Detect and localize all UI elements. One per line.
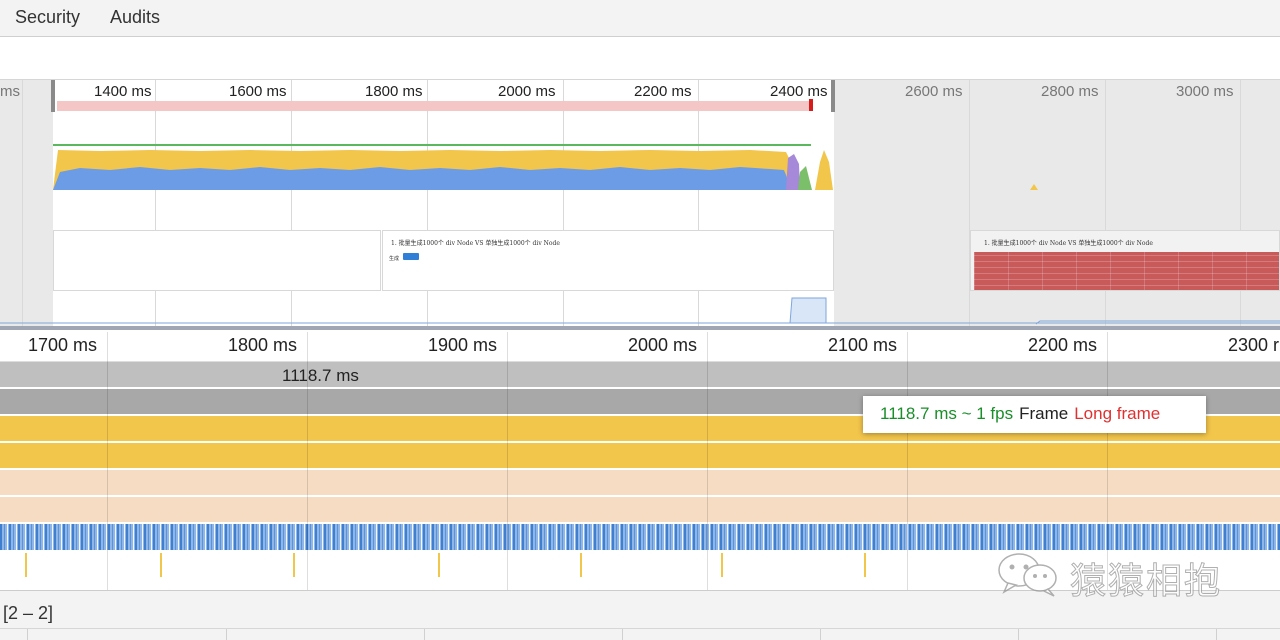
frame-duration-label: 1118.7 ms — [282, 366, 359, 385]
ruler-label: 2000 ms — [628, 335, 698, 355]
overview-divider[interactable] — [0, 326, 1280, 330]
ruler-label: 2300 r — [1228, 335, 1280, 355]
devtools-performance-panel: Security Audits ms 1400 ms 1600 ms 1800 … — [0, 0, 1280, 640]
frame-tooltip: 1118.7 ms ~ 1 fps Frame Long frame — [863, 396, 1206, 433]
ruler-label: 2100 ms — [828, 335, 898, 355]
grid-line — [707, 332, 708, 590]
overview-network-chart — [0, 297, 1280, 325]
grid-line — [507, 332, 508, 590]
ruler-label: 1800 ms — [228, 335, 298, 355]
performance-toolbar — [0, 37, 1280, 80]
summary-tick — [1216, 629, 1217, 640]
function-call-event[interactable] — [0, 497, 1280, 522]
grid-line — [307, 332, 308, 590]
summary-divider — [0, 628, 1280, 629]
screenshot-thumbnail[interactable] — [53, 230, 381, 291]
ruler-label: 2200 ms — [1028, 335, 1098, 355]
screenshot-label: 生成 — [389, 256, 400, 262]
summary-tick — [1018, 629, 1019, 640]
wechat-logo-icon — [998, 553, 1057, 597]
ruler-label: 1900 ms — [428, 335, 498, 355]
screenshot-button — [403, 253, 419, 260]
screenshot-red-content — [974, 252, 1279, 290]
summary-tick — [820, 629, 821, 640]
layout-event-ticks — [0, 524, 1280, 550]
wechat-watermark: 猿猿相抱 — [992, 548, 1242, 603]
scripting-event[interactable] — [0, 443, 1280, 468]
tooltip-frame-label: Frame — [1019, 404, 1069, 423]
tooltip-long-frame: Long frame — [1074, 404, 1161, 423]
layout-events-strip[interactable] — [0, 524, 1280, 550]
grid-line — [907, 332, 908, 590]
screenshot-page-title: 1. 批量生成1000个 div Node VS 单独生成1000个 div N… — [391, 240, 560, 247]
tooltip-fps: 1118.7 ms ~ 1 fps — [880, 404, 1014, 423]
summary-tick — [27, 629, 28, 640]
tab-audits[interactable]: Audits — [110, 7, 160, 28]
ruler-label: 1700 ms — [28, 335, 98, 355]
summary-tick — [622, 629, 623, 640]
summary-tick — [226, 629, 227, 640]
function-call-event[interactable] — [0, 470, 1280, 495]
screenshot-thumbnail[interactable]: 1. 批量生成1000个 div Node VS 单独生成1000个 div N… — [382, 230, 834, 291]
timeline-overview[interactable]: ms 1400 ms 1600 ms 1800 ms 2000 ms 2200 … — [0, 80, 1280, 330]
tab-security[interactable]: Security — [15, 7, 80, 28]
panel-tab-bar: Security Audits — [0, 0, 1280, 37]
grid-line — [107, 332, 108, 590]
screenshot-thumbnail[interactable]: 1. 批量生成1000个 div Node VS 单独生成1000个 div N… — [970, 230, 1280, 291]
screenshot-page-title: 1. 批量生成1000个 div Node VS 单独生成1000个 div N… — [984, 240, 1153, 247]
summary-tick — [424, 629, 425, 640]
main-time-ruler: 1700 ms 1800 ms 1900 ms 2000 ms 2100 ms … — [0, 332, 1280, 362]
watermark-text: 猿猿相抱 — [1069, 561, 1223, 603]
selection-range: [2 – 2] — [3, 603, 54, 623]
frames-track[interactable] — [0, 362, 1280, 387]
